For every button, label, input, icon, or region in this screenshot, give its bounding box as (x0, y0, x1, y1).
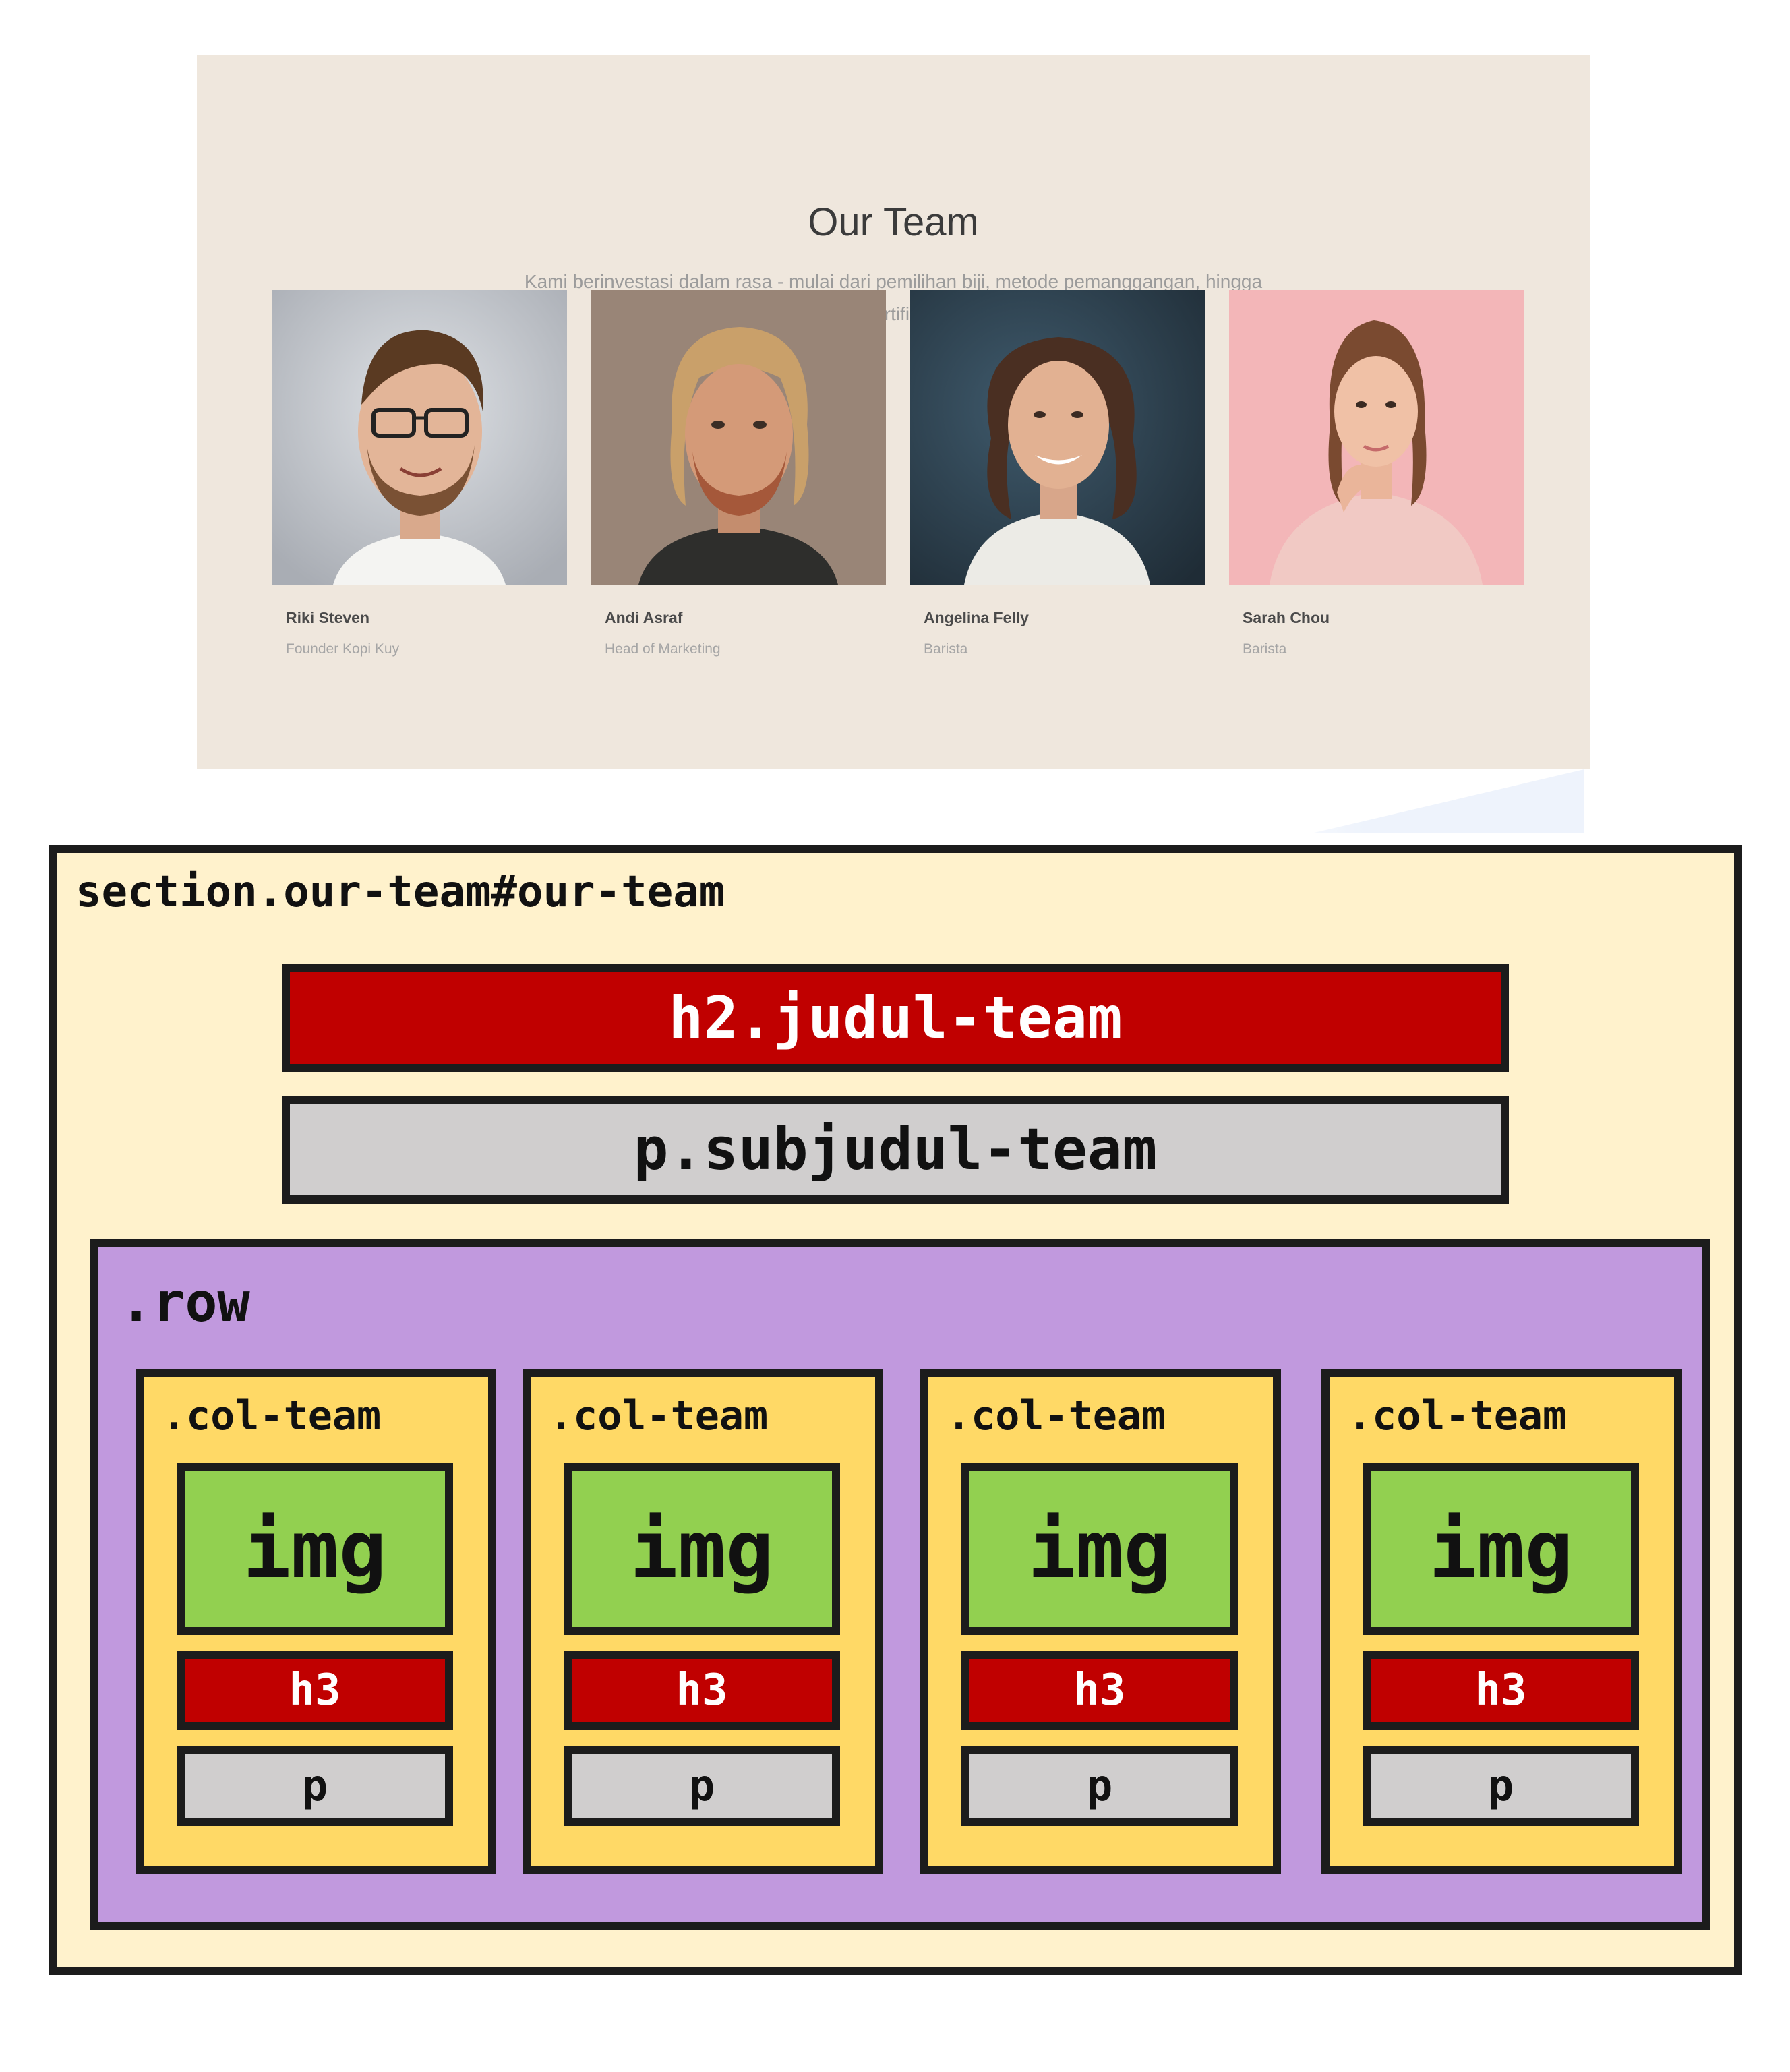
h3-label-4: h3 (1474, 1665, 1527, 1715)
p-box-4: p (1363, 1746, 1639, 1826)
member-photo-andi (591, 290, 886, 585)
h3-label-2: h3 (676, 1665, 728, 1715)
our-team-website-preview: Our Team Kami berinvestasi dalam rasa - … (197, 55, 1590, 769)
img-box-3: img (961, 1463, 1238, 1635)
p-subjudul-team-box: p.subjudul-team (282, 1096, 1509, 1204)
img-box-4: img (1363, 1463, 1639, 1635)
p-box-1: p (177, 1746, 453, 1826)
p-label-4: p (1487, 1761, 1514, 1811)
h3-label-3: h3 (1073, 1665, 1126, 1715)
row-label: .row (120, 1271, 250, 1334)
curly-haired-woman-photo (910, 290, 1205, 585)
stage: Our Team Kami berinvestasi dalam rasa - … (0, 0, 1790, 2072)
img-label-3: img (1027, 1502, 1172, 1596)
p-box-3: p (961, 1746, 1238, 1826)
blond-man-photo (591, 290, 886, 585)
member-role-2: Head of Marketing (605, 641, 721, 657)
member-name-3: Angelina Felly (924, 609, 1029, 626)
member-name-2: Andi Asraf (605, 609, 683, 626)
h3-box-3: h3 (961, 1651, 1238, 1730)
img-box-2: img (564, 1463, 840, 1635)
h3-box-1: h3 (177, 1651, 453, 1730)
col-team-label-4: .col-team (1348, 1392, 1568, 1440)
h2-label: h2.judul-team (668, 984, 1123, 1052)
img-label-2: img (630, 1502, 774, 1596)
col-team-label-1: .col-team (162, 1392, 382, 1440)
member-name-4: Sarah Chou (1243, 609, 1330, 626)
p-subjudul-label: p.subjudul-team (633, 1116, 1158, 1183)
h3-box-4: h3 (1363, 1651, 1639, 1730)
member-photo-sarah (1229, 290, 1524, 585)
woman-pink-background-photo (1229, 290, 1524, 585)
member-photo-angelina (910, 290, 1205, 585)
member-photo-riki (272, 290, 567, 585)
decorative-shadow (1311, 769, 1584, 833)
our-team-title: Our Team (808, 200, 979, 244)
col-team-label-2: .col-team (549, 1392, 769, 1440)
p-box-2: p (564, 1746, 840, 1826)
h3-box-2: h3 (564, 1651, 840, 1730)
p-label-1: p (301, 1761, 328, 1811)
img-label-4: img (1429, 1502, 1573, 1596)
col-team-label-3: .col-team (947, 1392, 1166, 1440)
h2-judul-team-box: h2.judul-team (282, 964, 1509, 1072)
member-role-3: Barista (924, 641, 968, 657)
man-with-glasses-photo (272, 290, 567, 585)
img-label-1: img (243, 1502, 387, 1596)
img-box-1: img (177, 1463, 453, 1635)
h3-label-1: h3 (289, 1665, 341, 1715)
member-role-1: Founder Kopi Kuy (286, 641, 400, 657)
member-name-1: Riki Steven (286, 609, 369, 626)
p-label-2: p (688, 1761, 715, 1811)
member-role-4: Barista (1243, 641, 1287, 657)
p-label-3: p (1086, 1761, 1113, 1811)
section-label: section.our-team#our-team (76, 867, 725, 917)
